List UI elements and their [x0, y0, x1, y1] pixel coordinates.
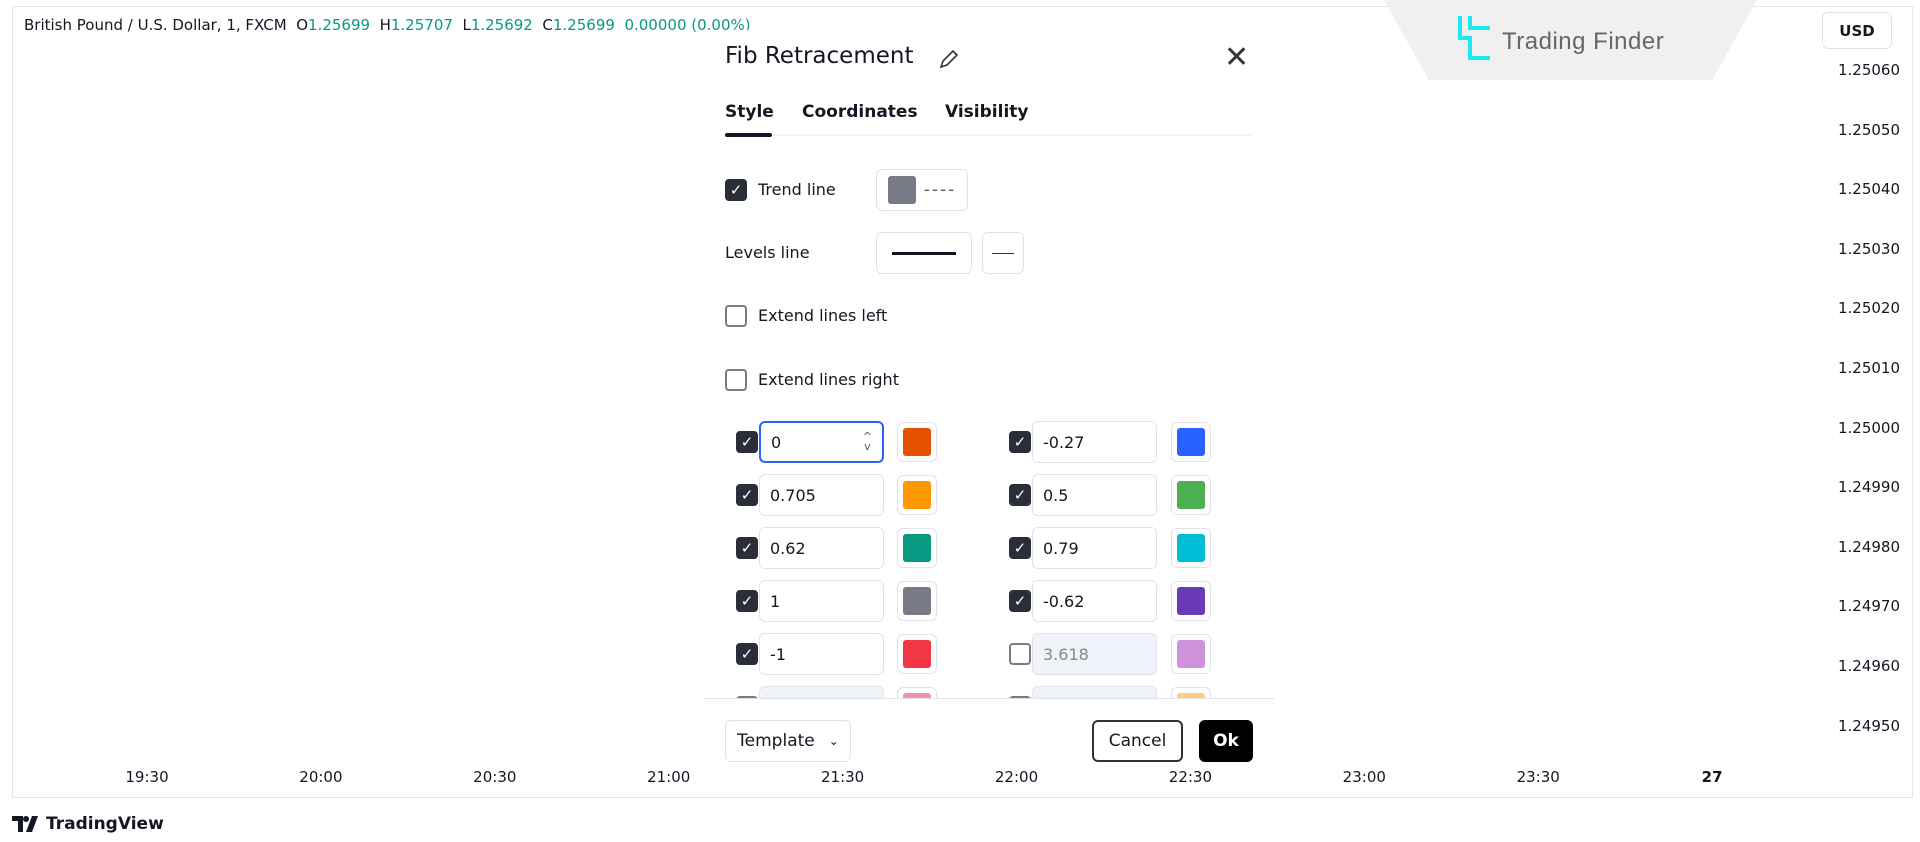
level-value: 0.5 [1043, 485, 1069, 505]
level-value-input[interactable]: 1 [759, 580, 884, 622]
symbol-name: British Pound / U.S. Dollar, 1, FXCM [24, 16, 287, 34]
cancel-button[interactable]: Cancel [1092, 720, 1183, 762]
level-value-input[interactable]: 0 ^ v [759, 421, 884, 463]
time-axis-label: 21:30 [820, 768, 865, 786]
level-color-swatch[interactable] [1171, 422, 1211, 462]
level-value: -1 [770, 644, 786, 664]
chevron-down-icon: ⌄ [828, 734, 839, 748]
level-checkbox[interactable]: ✓ [736, 537, 758, 559]
footer-divider [704, 698, 1274, 699]
time-axis-label: 22:00 [994, 768, 1039, 786]
template-dropdown[interactable]: Template ⌄ [725, 720, 851, 762]
level-value-input[interactable]: -0.27 [1032, 421, 1157, 463]
level-color-swatch[interactable] [897, 528, 937, 568]
level-color-swatch[interactable] [1171, 528, 1211, 568]
watermark-text: Trading Finder [1502, 28, 1665, 55]
level-value-input[interactable]: -0.62 [1032, 580, 1157, 622]
price-axis-label: 1.25050 [1837, 120, 1900, 139]
level-color-swatch[interactable] [897, 687, 937, 698]
time-axis-label: 22:30 [1168, 768, 1213, 786]
price-axis-label: 1.24980 [1837, 537, 1900, 556]
level-value: 0.62 [770, 538, 806, 558]
price-axis-label: 1.25000 [1837, 418, 1900, 437]
level-value-input[interactable]: 0.79 [1032, 527, 1157, 569]
price-axis-label: 1.24960 [1837, 657, 1900, 675]
time-axis-label: 23:00 [1342, 768, 1386, 786]
trading-finder-logo [1458, 16, 1490, 60]
time-axis-label: 21:00 [647, 768, 691, 786]
fib-retracement-dialog: Fib Retracement ✕ Style Coordinates Visi… [704, 30, 1274, 770]
symbol-legend: British Pound / U.S. Dollar, 1, FXCM O1.… [24, 16, 751, 34]
level-color-swatch[interactable] [1171, 687, 1211, 698]
low-value: 1.25692 [470, 16, 533, 34]
price-axis-label: 1.25030 [1837, 239, 1900, 258]
price-axis-label: 1.25010 [1837, 359, 1900, 377]
currency-button[interactable]: USD [1822, 12, 1892, 49]
level-value: 3.618 [1043, 644, 1089, 664]
price-axis-label: 1.25020 [1837, 299, 1900, 318]
level-value-input[interactable]: -1 [759, 633, 884, 675]
level-value-input[interactable]: 3.618 [1032, 633, 1157, 675]
level-checkbox[interactable]: ✓ [736, 643, 758, 665]
level-value: 0 [771, 432, 782, 452]
time-axis-label: 20:00 [299, 768, 343, 786]
level-value-input[interactable]: 0.705 [759, 474, 884, 516]
time-axis-label: 19:30 [125, 768, 169, 786]
level-checkbox[interactable]: ✓ [736, 484, 758, 506]
close-value: 1.25699 [552, 16, 615, 34]
price-axis-label: 1.24970 [1837, 597, 1900, 616]
level-value: 0.705 [770, 485, 816, 505]
level-value-input[interactable] [1032, 686, 1157, 698]
level-checkbox[interactable]: ✓ [1009, 590, 1031, 612]
level-value-input[interactable]: 0.5 [1032, 474, 1157, 516]
ok-button[interactable]: Ok [1199, 720, 1253, 762]
level-value-input[interactable] [759, 686, 884, 698]
level-value-input[interactable]: 0.62 [759, 527, 884, 569]
price-axis-label: 1.24950 [1837, 716, 1900, 735]
level-checkbox[interactable]: ✓ [1009, 537, 1031, 559]
price-axis-label: 1.25060 [1837, 61, 1900, 79]
level-checkbox[interactable]: ✓ [1009, 484, 1031, 506]
stepper-icon[interactable]: ^ v [863, 431, 872, 452]
level-value: 0.79 [1043, 538, 1079, 558]
level-color-swatch[interactable] [1171, 475, 1211, 515]
level-color-swatch[interactable] [1171, 581, 1211, 621]
price-axis-label: 1.24990 [1837, 478, 1900, 497]
tradingview-branding: TradingView [12, 814, 164, 834]
open-value: 1.25699 [308, 16, 371, 34]
price-axis-label: 1.25040 [1837, 180, 1900, 199]
level-value: 1 [770, 591, 781, 611]
level-value: -0.27 [1043, 432, 1085, 452]
level-checkbox[interactable] [1009, 643, 1031, 665]
level-value: -0.62 [1043, 591, 1085, 611]
level-checkbox[interactable]: ✓ [736, 431, 758, 453]
time-axis-label: 23:30 [1516, 768, 1560, 786]
time-axis-label: 20:30 [473, 768, 517, 786]
level-checkbox[interactable]: ✓ [736, 590, 758, 612]
tradingview-logo [12, 816, 38, 832]
level-color-swatch[interactable] [897, 634, 937, 674]
time-axis-label: 27 [1701, 768, 1723, 786]
level-color-swatch[interactable] [1171, 634, 1211, 674]
level-color-swatch[interactable] [897, 475, 937, 515]
level-color-swatch[interactable] [897, 581, 937, 621]
level-checkbox[interactable]: ✓ [1009, 431, 1031, 453]
level-color-swatch[interactable] [897, 422, 937, 462]
high-value: 1.25707 [390, 16, 453, 34]
